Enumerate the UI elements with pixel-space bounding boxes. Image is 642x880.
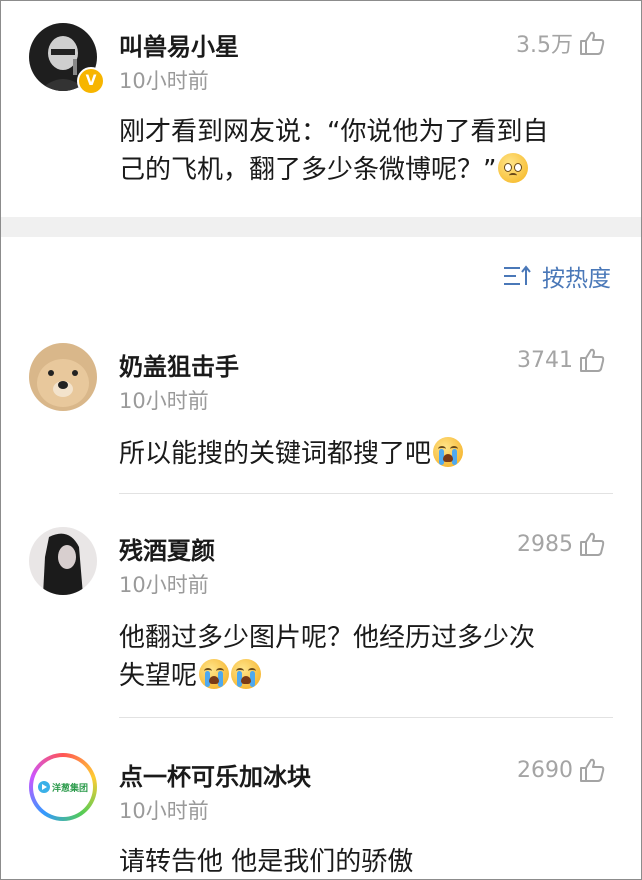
section-divider: [1, 217, 641, 237]
like-button[interactable]: 3741: [517, 347, 605, 373]
comment-time: 10小时前: [119, 69, 209, 93]
comment-line: 刚才看到网友说：“你说他为了看到自: [119, 117, 549, 147]
avatar-logo-text: 洋葱集团: [51, 783, 88, 794]
comment-list: V 叫兽易小星 10小时前 3.5万 刚才看到网友说：“你说他为了看到自 己的飞…: [0, 0, 642, 880]
like-button[interactable]: 3.5万: [516, 27, 605, 59]
comment-line: 他翻过多少图片呢？他经历过多少次: [119, 623, 536, 653]
comment-line: 己的飞机，翻了多少条微博呢？”: [119, 151, 619, 189]
comment-text: 他翻过多少图片呢？他经历过多少次 失望呢: [119, 619, 619, 695]
play-logo-icon: [37, 781, 50, 793]
sort-label: 按热度: [542, 266, 611, 292]
thumbs-up-icon: [580, 532, 605, 556]
author-name[interactable]: 残酒夏颜: [119, 531, 215, 566]
author-name[interactable]: 奶盖狙击手: [119, 347, 239, 382]
comment-text: 刚才看到网友说：“你说他为了看到自 己的飞机，翻了多少条微博呢？”: [119, 113, 619, 189]
separator: [119, 717, 613, 718]
avatar[interactable]: 洋葱集团: [29, 753, 97, 821]
comment-time: 10小时前: [119, 389, 209, 413]
like-count: 2690: [517, 757, 573, 783]
comment-time: 10小时前: [119, 799, 209, 823]
thumbs-up-icon: [580, 348, 605, 372]
author-name[interactable]: 叫兽易小星: [119, 27, 239, 62]
sort-button[interactable]: 按热度: [502, 259, 611, 293]
pout-emoji-icon: [498, 153, 529, 183]
avatar[interactable]: [29, 343, 97, 411]
author-name[interactable]: 点一杯可乐加冰块: [119, 757, 311, 792]
like-button[interactable]: 2985: [517, 531, 605, 557]
like-count: 3741: [517, 347, 573, 373]
avatar[interactable]: [29, 527, 97, 595]
comment-line: 请转告他 他是我们的骄傲: [119, 847, 414, 877]
sort-icon: [504, 265, 531, 285]
comment-time: 10小时前: [119, 573, 209, 597]
like-count: 3.5万: [516, 33, 573, 58]
comment-text: 请转告他 他是我们的骄傲: [119, 843, 619, 879]
thumbs-up-icon: [580, 31, 605, 55]
thumbs-up-icon: [580, 758, 605, 782]
crying-emoji-icon: [199, 659, 230, 689]
comment-text: 所以能搜的关键词都搜了吧: [119, 435, 619, 473]
crying-emoji-icon: [433, 437, 464, 467]
separator: [119, 493, 613, 494]
comment-line: 所以能搜的关键词都搜了吧: [119, 435, 619, 473]
like-button[interactable]: 2690: [517, 757, 605, 783]
like-count: 2985: [517, 531, 573, 557]
crying-emoji-icon: [231, 659, 262, 689]
comment-line: 失望呢: [119, 657, 619, 695]
verified-badge-icon: V: [77, 67, 105, 95]
